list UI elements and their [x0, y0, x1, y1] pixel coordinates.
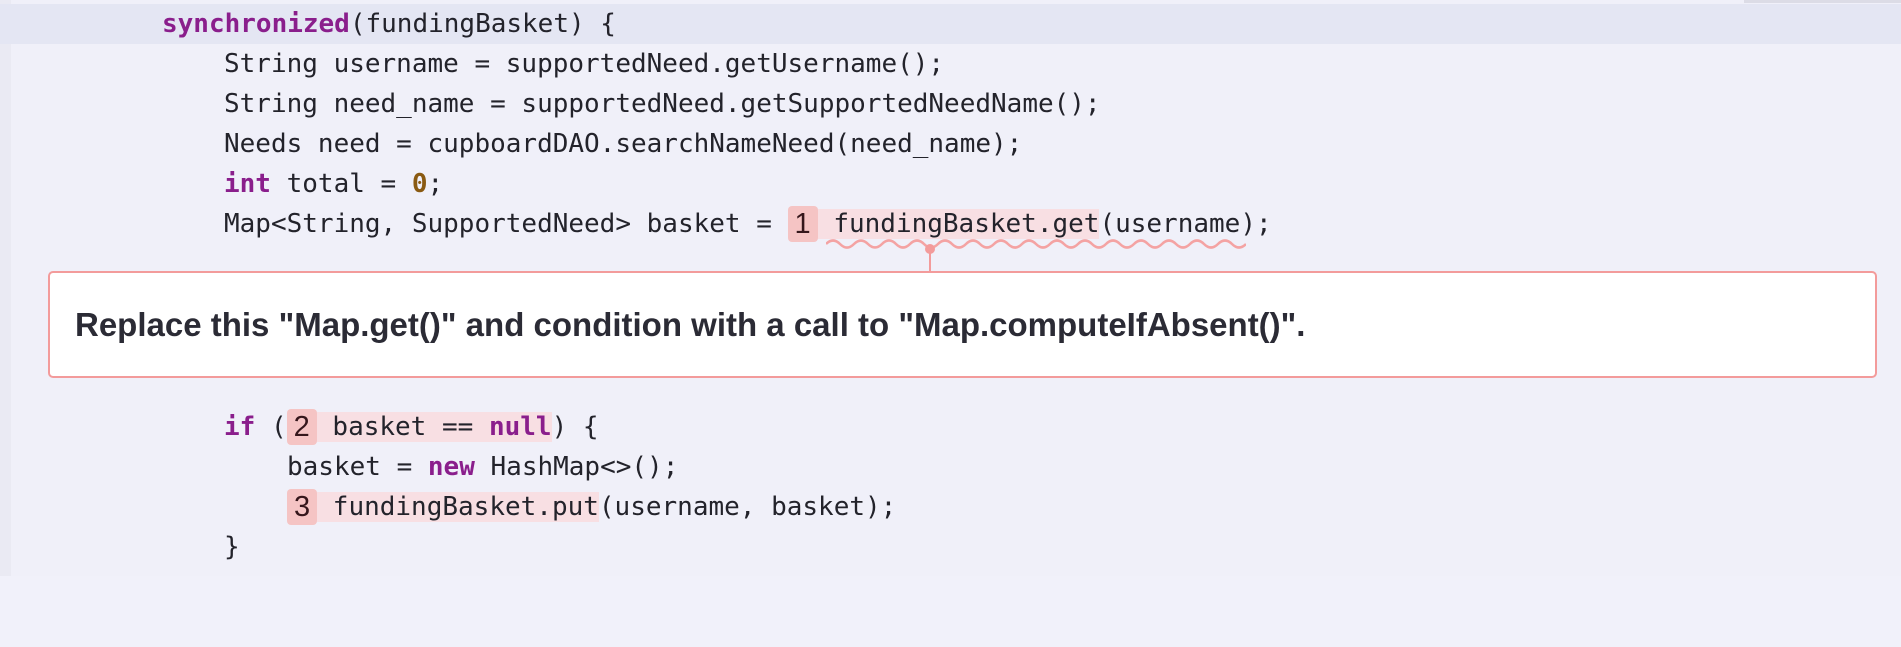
keyword: int — [224, 169, 271, 199]
code-text: String need_name = supportedNeed.getSupp… — [224, 89, 1101, 119]
code-line-username: String username = supportedNeed.getUsern… — [0, 44, 1901, 84]
issue-location-marker-1[interactable]: 1 — [787, 206, 818, 242]
highlighted-call: fundingBasket.get — [817, 209, 1100, 239]
issue-location-marker-2[interactable]: 2 — [286, 409, 317, 445]
issue-location-marker-3[interactable]: 3 — [287, 489, 318, 525]
keyword: null — [488, 412, 552, 442]
code-text: ; — [427, 169, 444, 199]
code-text: (username); — [1099, 209, 1272, 239]
issue-connector — [925, 244, 935, 273]
code-line-total: int total = 0; — [0, 164, 1901, 204]
code-text: ) { — [551, 412, 599, 442]
code-text: (username, basket); — [598, 492, 897, 522]
highlighted-condition: basket == null — [316, 412, 552, 442]
code-text: ( — [255, 412, 287, 442]
code-line-synchronized: synchronized(fundingBasket) { — [0, 4, 1901, 44]
keyword: new — [427, 452, 475, 482]
keyword: synchronized — [162, 9, 350, 39]
code-text: Needs need = cupboardDAO.searchNameNeed(… — [224, 129, 1023, 159]
issue-message-box: Replace this "Map.get()" and condition w… — [48, 271, 1877, 378]
issue-message: Replace this "Map.get()" and condition w… — [75, 306, 1306, 343]
code-text: basket = — [287, 452, 428, 482]
code-text: Map<String, SupportedNeed> basket = — [224, 209, 788, 239]
horizontal-scrollbar[interactable] — [1744, 0, 1901, 3]
code-line-if: if (2 basket == null) { — [0, 407, 1901, 447]
highlighted-call: fundingBasket.put — [317, 492, 599, 522]
code-line-need-name: String need_name = supportedNeed.getSupp… — [0, 84, 1901, 124]
code-text: } — [224, 532, 240, 562]
code-viewer: synchronized(fundingBasket) { String use… — [0, 0, 1901, 576]
issue-squiggle-underline — [826, 239, 1246, 249]
code-text: HashMap<>(); — [474, 452, 679, 482]
code-line-put: 3 fundingBasket.put(username, basket); — [0, 487, 1901, 527]
code-line-new-hashmap: basket = new HashMap<>(); — [0, 447, 1901, 487]
code-text: (fundingBasket) { — [349, 9, 616, 39]
code-line-close-brace: } — [0, 527, 1901, 567]
code-line-need: Needs need = cupboardDAO.searchNameNeed(… — [0, 124, 1901, 164]
code-text: String username = supportedNeed.getUsern… — [224, 49, 945, 79]
keyword: if — [224, 412, 256, 442]
code-text: total = — [270, 169, 412, 199]
number-literal: 0 — [411, 169, 428, 199]
